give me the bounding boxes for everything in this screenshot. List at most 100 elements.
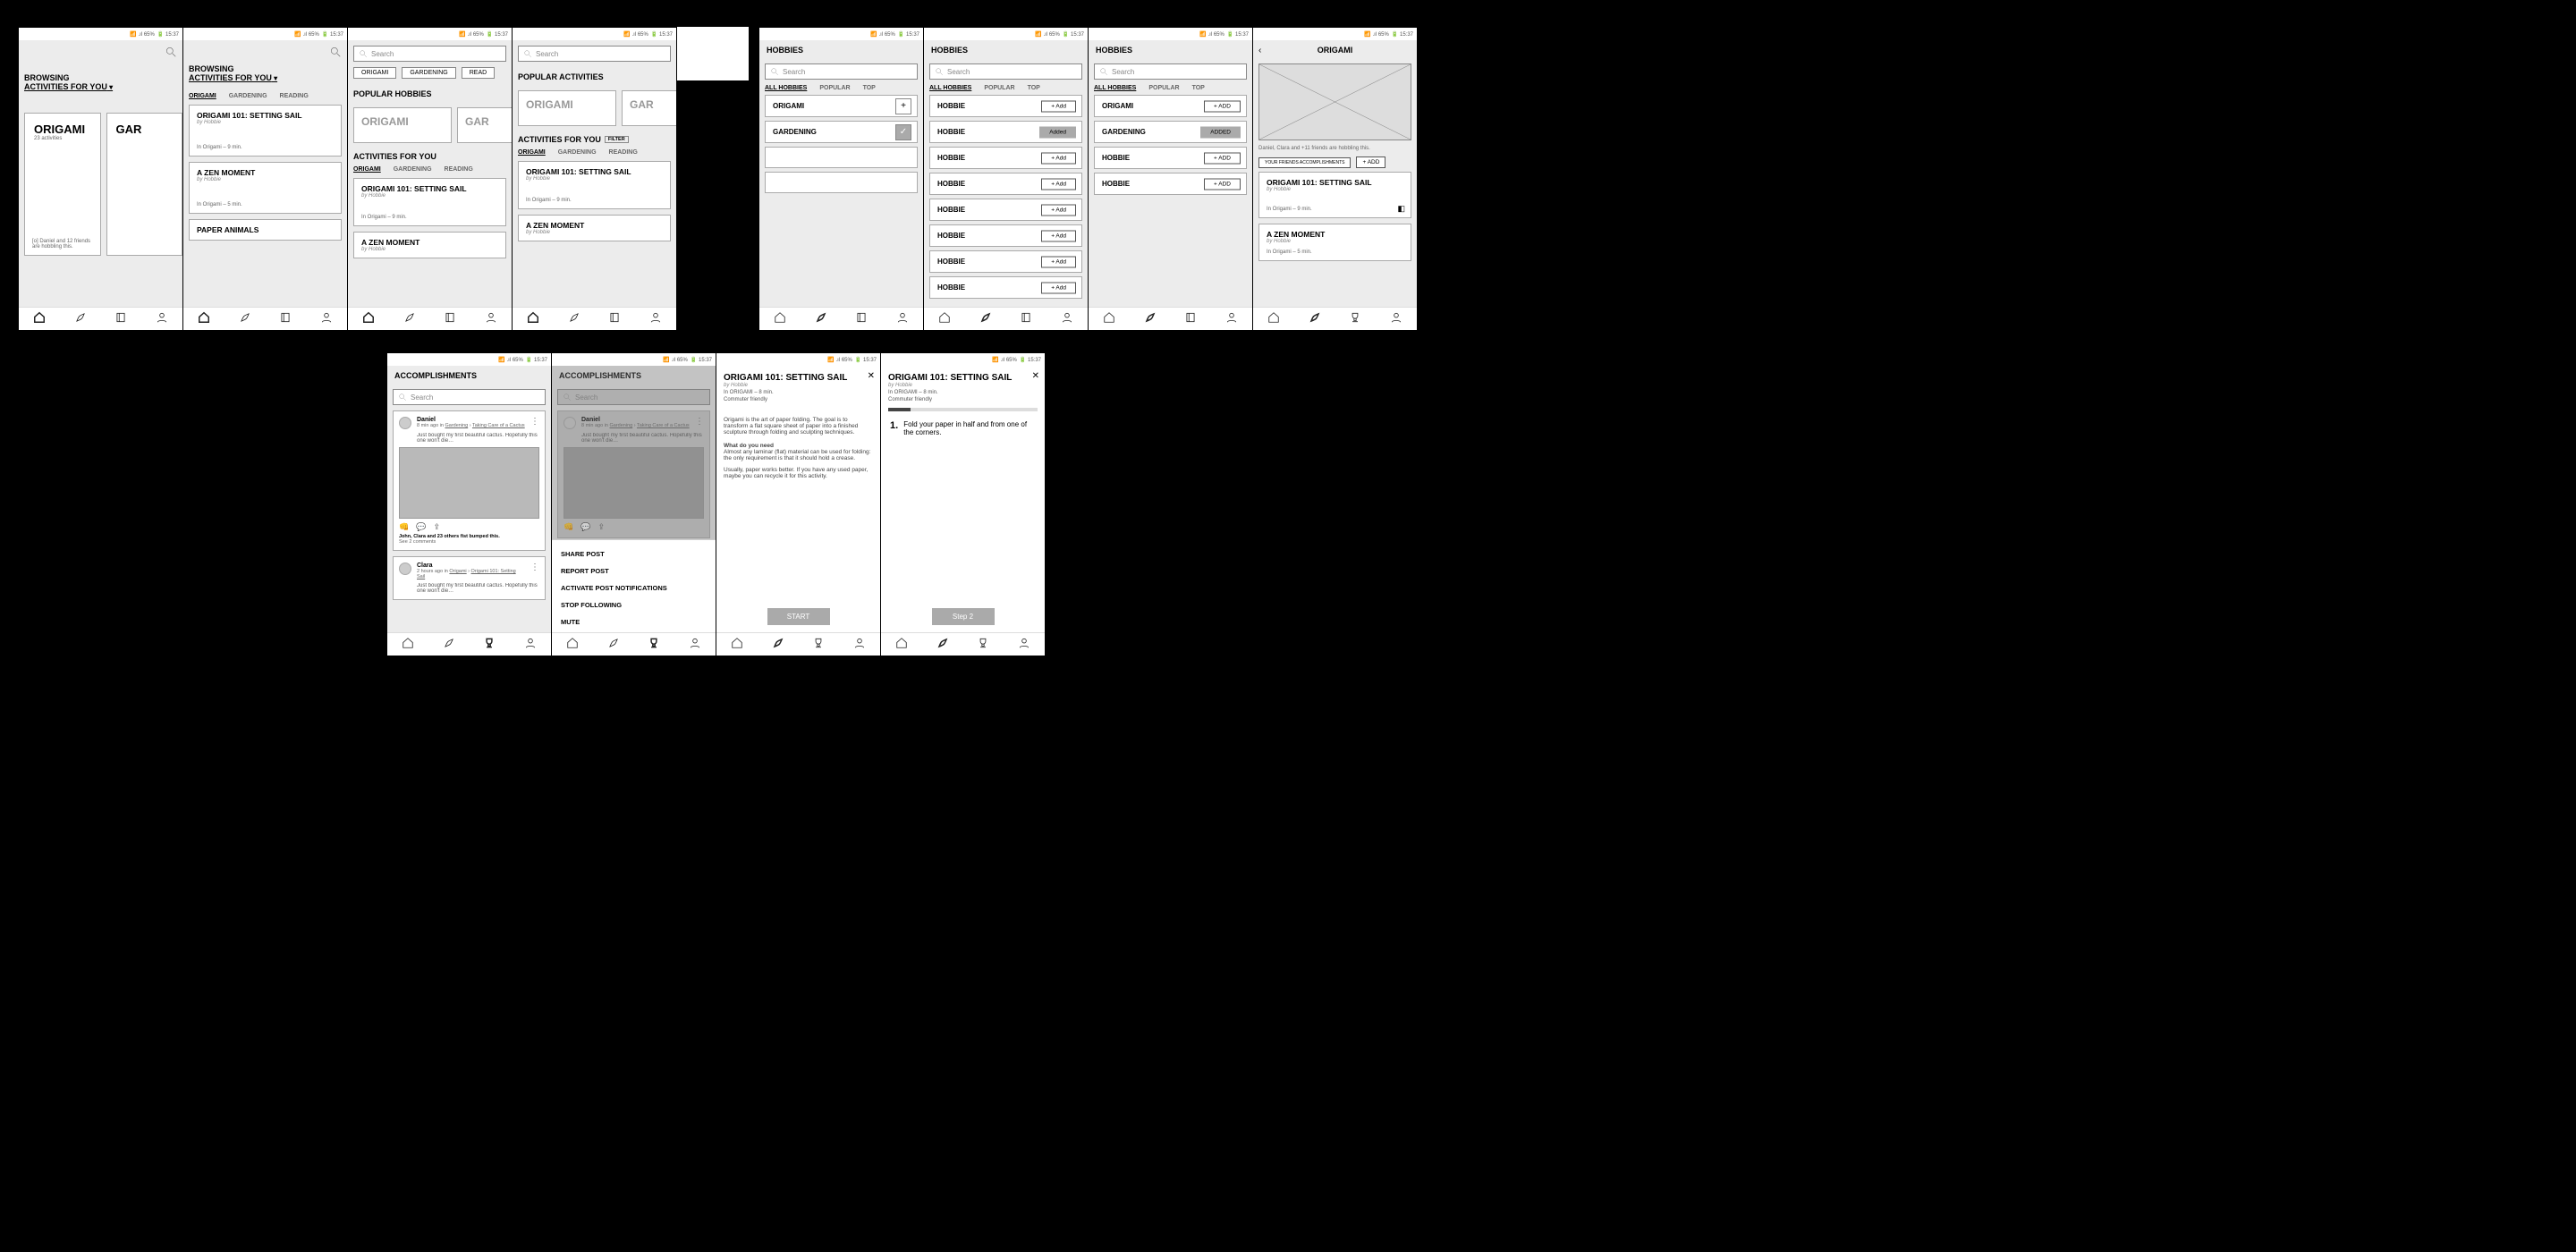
- nav-library[interactable]: [1010, 311, 1043, 326]
- nav-profile[interactable]: [146, 311, 179, 326]
- nav-profile[interactable]: [843, 637, 877, 652]
- nav-discover[interactable]: [761, 637, 794, 652]
- hobby-row[interactable]: [765, 147, 918, 168]
- nav-home[interactable]: [517, 311, 550, 326]
- activity-card[interactable]: ORIGAMI 101: SETTING SAIL by Hobbie In O…: [189, 105, 342, 156]
- tab-gardening[interactable]: GARDENING: [558, 149, 597, 156]
- tab-popular[interactable]: POPULAR: [984, 85, 1014, 91]
- nav-discover[interactable]: [393, 311, 426, 326]
- nav-profile[interactable]: [679, 637, 712, 652]
- start-button[interactable]: START: [767, 608, 830, 625]
- tab-popular[interactable]: POPULAR: [819, 85, 850, 91]
- chip-origami[interactable]: ORIGAMI: [353, 67, 396, 79]
- tab-origami[interactable]: ORIGAMI: [353, 166, 381, 173]
- tab-top[interactable]: TOP: [863, 85, 876, 91]
- hobby-row[interactable]: HOBBIE+ Add: [929, 250, 1082, 273]
- sheet-mute[interactable]: MUTE: [561, 613, 707, 630]
- search-icon[interactable]: [165, 46, 177, 61]
- added-button[interactable]: ADDED: [1200, 126, 1241, 138]
- nav-home[interactable]: [928, 311, 962, 326]
- tab-top[interactable]: TOP: [1028, 85, 1040, 91]
- tab-popular[interactable]: POPULAR: [1148, 85, 1179, 91]
- add-button[interactable]: + Add: [1041, 178, 1076, 190]
- tab-top[interactable]: TOP: [1192, 85, 1205, 91]
- nav-home[interactable]: [23, 311, 56, 326]
- nav-home[interactable]: [886, 637, 919, 652]
- feed-post[interactable]: Daniel 8 min ago in Gardening › Taking C…: [393, 410, 546, 551]
- add-button[interactable]: + Add: [1041, 204, 1076, 216]
- add-icon[interactable]: +: [895, 98, 911, 114]
- activity-card[interactable]: ORIGAMI 23 activities [o] Daniel and 12 …: [24, 113, 101, 256]
- nav-profile[interactable]: [1216, 311, 1249, 326]
- activity-card[interactable]: ORIGAMI 101: SETTING SAILby Hobbie In Or…: [353, 178, 506, 226]
- add-button[interactable]: + ADD: [1204, 178, 1241, 190]
- nav-library[interactable]: [269, 311, 302, 326]
- search-input[interactable]: Search: [353, 46, 506, 62]
- nav-discover[interactable]: [597, 637, 630, 652]
- chip-gardening[interactable]: GARDENING: [402, 67, 455, 79]
- hobby-hero[interactable]: ORIGAMI: [353, 107, 452, 143]
- nav-discover[interactable]: [804, 311, 837, 326]
- hobby-hero[interactable]: GAR: [457, 107, 512, 143]
- nav-profile[interactable]: [475, 311, 508, 326]
- avatar[interactable]: [399, 563, 411, 575]
- hobby-hero[interactable]: ORIGAMI: [518, 90, 616, 126]
- nav-discover[interactable]: [432, 637, 465, 652]
- avatar[interactable]: [399, 417, 411, 429]
- search-icon[interactable]: [329, 46, 342, 61]
- nav-discover[interactable]: [1133, 311, 1166, 326]
- nav-trophy[interactable]: [802, 637, 835, 652]
- post-author[interactable]: Daniel: [417, 417, 525, 423]
- tab-gardening[interactable]: GARDENING: [394, 166, 432, 173]
- hobby-row[interactable]: [765, 172, 918, 193]
- nav-library[interactable]: [845, 311, 878, 326]
- nav-profile[interactable]: [1380, 311, 1413, 326]
- nav-discover[interactable]: [1298, 311, 1331, 326]
- post-menu-icon[interactable]: ⋮: [530, 417, 539, 427]
- nav-library[interactable]: [598, 311, 631, 326]
- nav-library[interactable]: [105, 311, 138, 326]
- hobby-row[interactable]: ORIGAMI+: [765, 95, 918, 117]
- nav-home[interactable]: [1258, 311, 1291, 326]
- post-author[interactable]: Clara: [417, 563, 525, 569]
- post-menu-icon[interactable]: ⋮: [530, 563, 539, 572]
- activity-card[interactable]: A ZEN MOMENTby Hobbie: [353, 232, 506, 258]
- nav-home[interactable]: [764, 311, 797, 326]
- tab-all[interactable]: ALL HOBBIES: [1094, 85, 1136, 91]
- nav-profile[interactable]: [514, 637, 547, 652]
- tab-reading[interactable]: READING: [280, 93, 309, 99]
- activity-card[interactable]: GAR: [106, 113, 183, 256]
- close-icon[interactable]: ✕: [1032, 371, 1039, 381]
- add-button[interactable]: + ADD: [1356, 156, 1385, 168]
- nav-home[interactable]: [1093, 311, 1126, 326]
- hobby-row[interactable]: HOBBIEAdded: [929, 121, 1082, 143]
- comment-icon[interactable]: 💬: [416, 522, 426, 532]
- feed-post[interactable]: Clara 2 hours ago in Origami › Origami 1…: [393, 556, 546, 600]
- nav-discover[interactable]: [969, 311, 1002, 326]
- activities-for-you-dropdown[interactable]: ACTIVITIES FOR YOU: [189, 73, 342, 82]
- bookmark-icon[interactable]: ◧: [1397, 204, 1405, 214]
- add-button[interactable]: + Add: [1041, 230, 1076, 241]
- tab-origami[interactable]: ORIGAMI: [518, 149, 546, 156]
- tab-all[interactable]: ALL HOBBIES: [765, 85, 807, 91]
- filter-chip[interactable]: FILTER: [605, 136, 629, 143]
- hobby-row[interactable]: GARDENINGADDED: [1094, 121, 1247, 143]
- hobby-row[interactable]: HOBBIE+ ADD: [1094, 173, 1247, 195]
- hobby-row[interactable]: ORIGAMI+ ADD: [1094, 95, 1247, 117]
- hobby-row[interactable]: HOBBIE+ Add: [929, 173, 1082, 195]
- post-image[interactable]: [399, 447, 539, 519]
- tab-gardening[interactable]: GARDENING: [229, 93, 267, 99]
- close-icon[interactable]: ✕: [868, 371, 875, 381]
- add-button[interactable]: + ADD: [1204, 100, 1241, 112]
- comments-link[interactable]: See 2 comments: [399, 539, 539, 545]
- nav-home[interactable]: [721, 637, 754, 652]
- search-input[interactable]: Search: [765, 63, 918, 80]
- next-step-button[interactable]: Step 2: [932, 608, 995, 625]
- nav-home[interactable]: [556, 637, 589, 652]
- hobby-row[interactable]: HOBBIE+ Add: [929, 276, 1082, 299]
- sheet-share[interactable]: SHARE POST: [561, 546, 707, 563]
- nav-trophy[interactable]: [473, 637, 506, 652]
- search-input[interactable]: Search: [393, 389, 546, 405]
- sheet-stop-following[interactable]: STOP FOLLOWING: [561, 596, 707, 613]
- tab-origami[interactable]: ORIGAMI: [189, 93, 216, 99]
